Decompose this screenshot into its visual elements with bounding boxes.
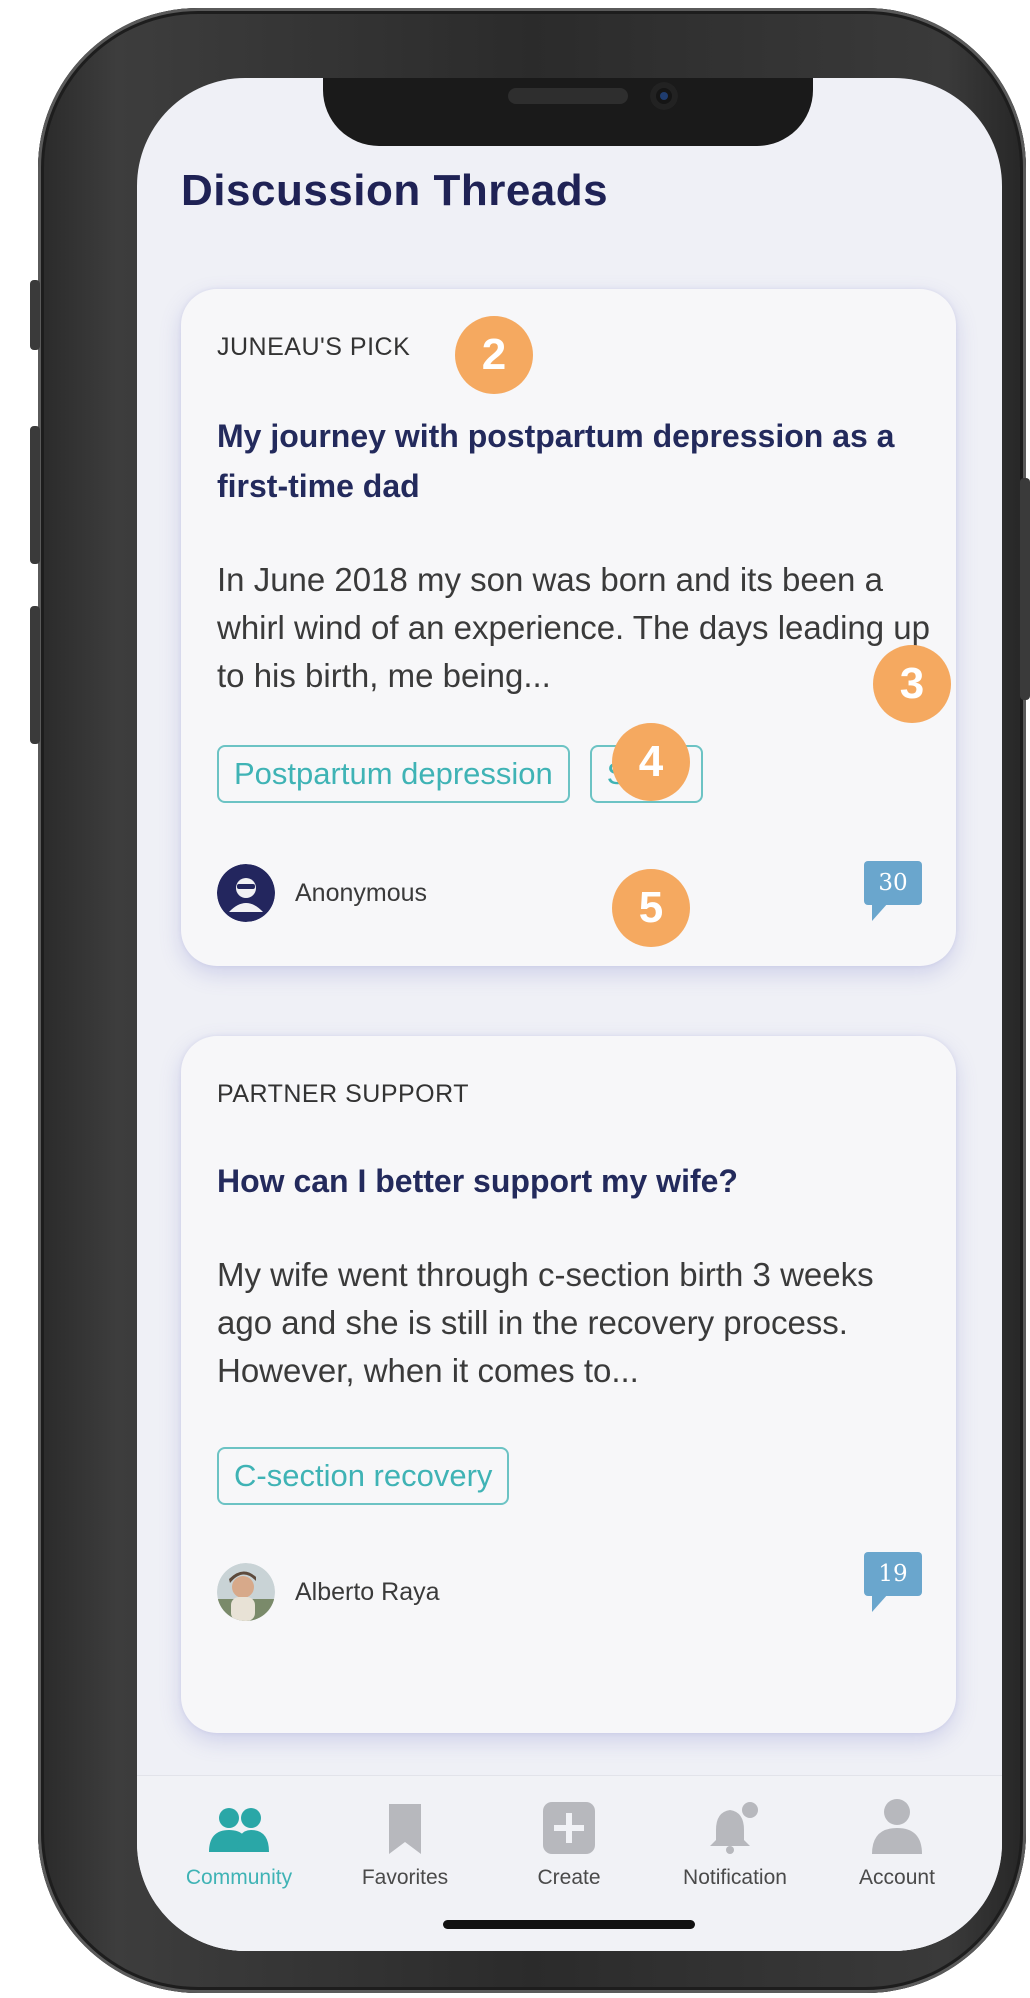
comment-count-icon[interactable]: 19 xyxy=(864,1552,922,1618)
volume-up-button xyxy=(30,426,40,564)
tab-notification[interactable]: Notification xyxy=(655,1794,815,1890)
tag-chip[interactable]: Postpartum depression xyxy=(217,745,570,803)
home-indicator[interactable] xyxy=(443,1920,695,1929)
comment-count: 19 xyxy=(878,1561,908,1587)
tag-chip[interactable]: C-section recovery xyxy=(217,1447,510,1505)
front-camera xyxy=(650,82,678,110)
bookmark-icon xyxy=(325,1794,485,1854)
tab-label: Community xyxy=(185,1866,293,1889)
volume-down-button xyxy=(30,606,40,744)
thread-excerpt: My wife went through c-section birth 3 w… xyxy=(217,1256,874,1389)
thread-card[interactable]: PARTNER SUPPORT How can I better support… xyxy=(181,1036,956,1733)
thread-card[interactable]: JUNEAU'S PICK My journey with postpartum… xyxy=(181,289,956,966)
user-icon xyxy=(817,1794,977,1854)
thread-category: PARTNER SUPPORT xyxy=(217,1080,469,1108)
tab-label: Favorites xyxy=(361,1866,449,1889)
author-name: Alberto Raya xyxy=(295,1577,440,1606)
plus-square-icon xyxy=(489,1794,649,1854)
power-button xyxy=(1020,478,1030,700)
anonymous-avatar-icon xyxy=(217,864,275,922)
annotation-marker: 4 xyxy=(612,723,690,801)
page-title: Discussion Threads xyxy=(181,166,609,215)
annotation-marker: 3 xyxy=(873,645,951,723)
author-name: Anonymous xyxy=(295,878,428,907)
tab-label: Notification xyxy=(683,1866,787,1889)
bell-icon xyxy=(655,1794,815,1854)
thread-excerpt: In June 2018 my son was born and its bee… xyxy=(217,561,930,694)
speaker-grille xyxy=(508,88,628,104)
silent-switch xyxy=(30,280,40,350)
tab-favorites[interactable]: Favorites xyxy=(325,1794,485,1890)
community-icon xyxy=(159,1794,319,1854)
thread-author[interactable]: Anonymous xyxy=(217,864,427,922)
tab-community[interactable]: Community xyxy=(159,1794,319,1890)
thread-tags: C-section recovery xyxy=(217,1447,510,1505)
tab-label: Account xyxy=(859,1866,935,1889)
thread-author[interactable]: Alberto Raya xyxy=(217,1563,440,1621)
thread-title[interactable]: How can I better support my wife? xyxy=(217,1156,937,1206)
comment-count: 30 xyxy=(878,870,908,896)
thread-title[interactable]: My journey with postpartum depression as… xyxy=(217,411,937,511)
notch xyxy=(323,78,813,146)
tab-account[interactable]: Account xyxy=(817,1794,977,1890)
user-avatar-icon xyxy=(217,1563,275,1621)
comment-count-icon[interactable]: 30 xyxy=(864,861,922,927)
annotation-marker: 5 xyxy=(612,869,690,947)
phone-frame: Discussion Threads JUNEAU'S PICK My jour… xyxy=(30,8,1030,1993)
app-screen: Discussion Threads JUNEAU'S PICK My jour… xyxy=(137,78,1002,1951)
tab-create[interactable]: Create xyxy=(489,1794,649,1890)
thread-category: JUNEAU'S PICK xyxy=(217,333,411,361)
tab-label: Create xyxy=(537,1866,601,1889)
annotation-marker: 2 xyxy=(455,316,533,394)
